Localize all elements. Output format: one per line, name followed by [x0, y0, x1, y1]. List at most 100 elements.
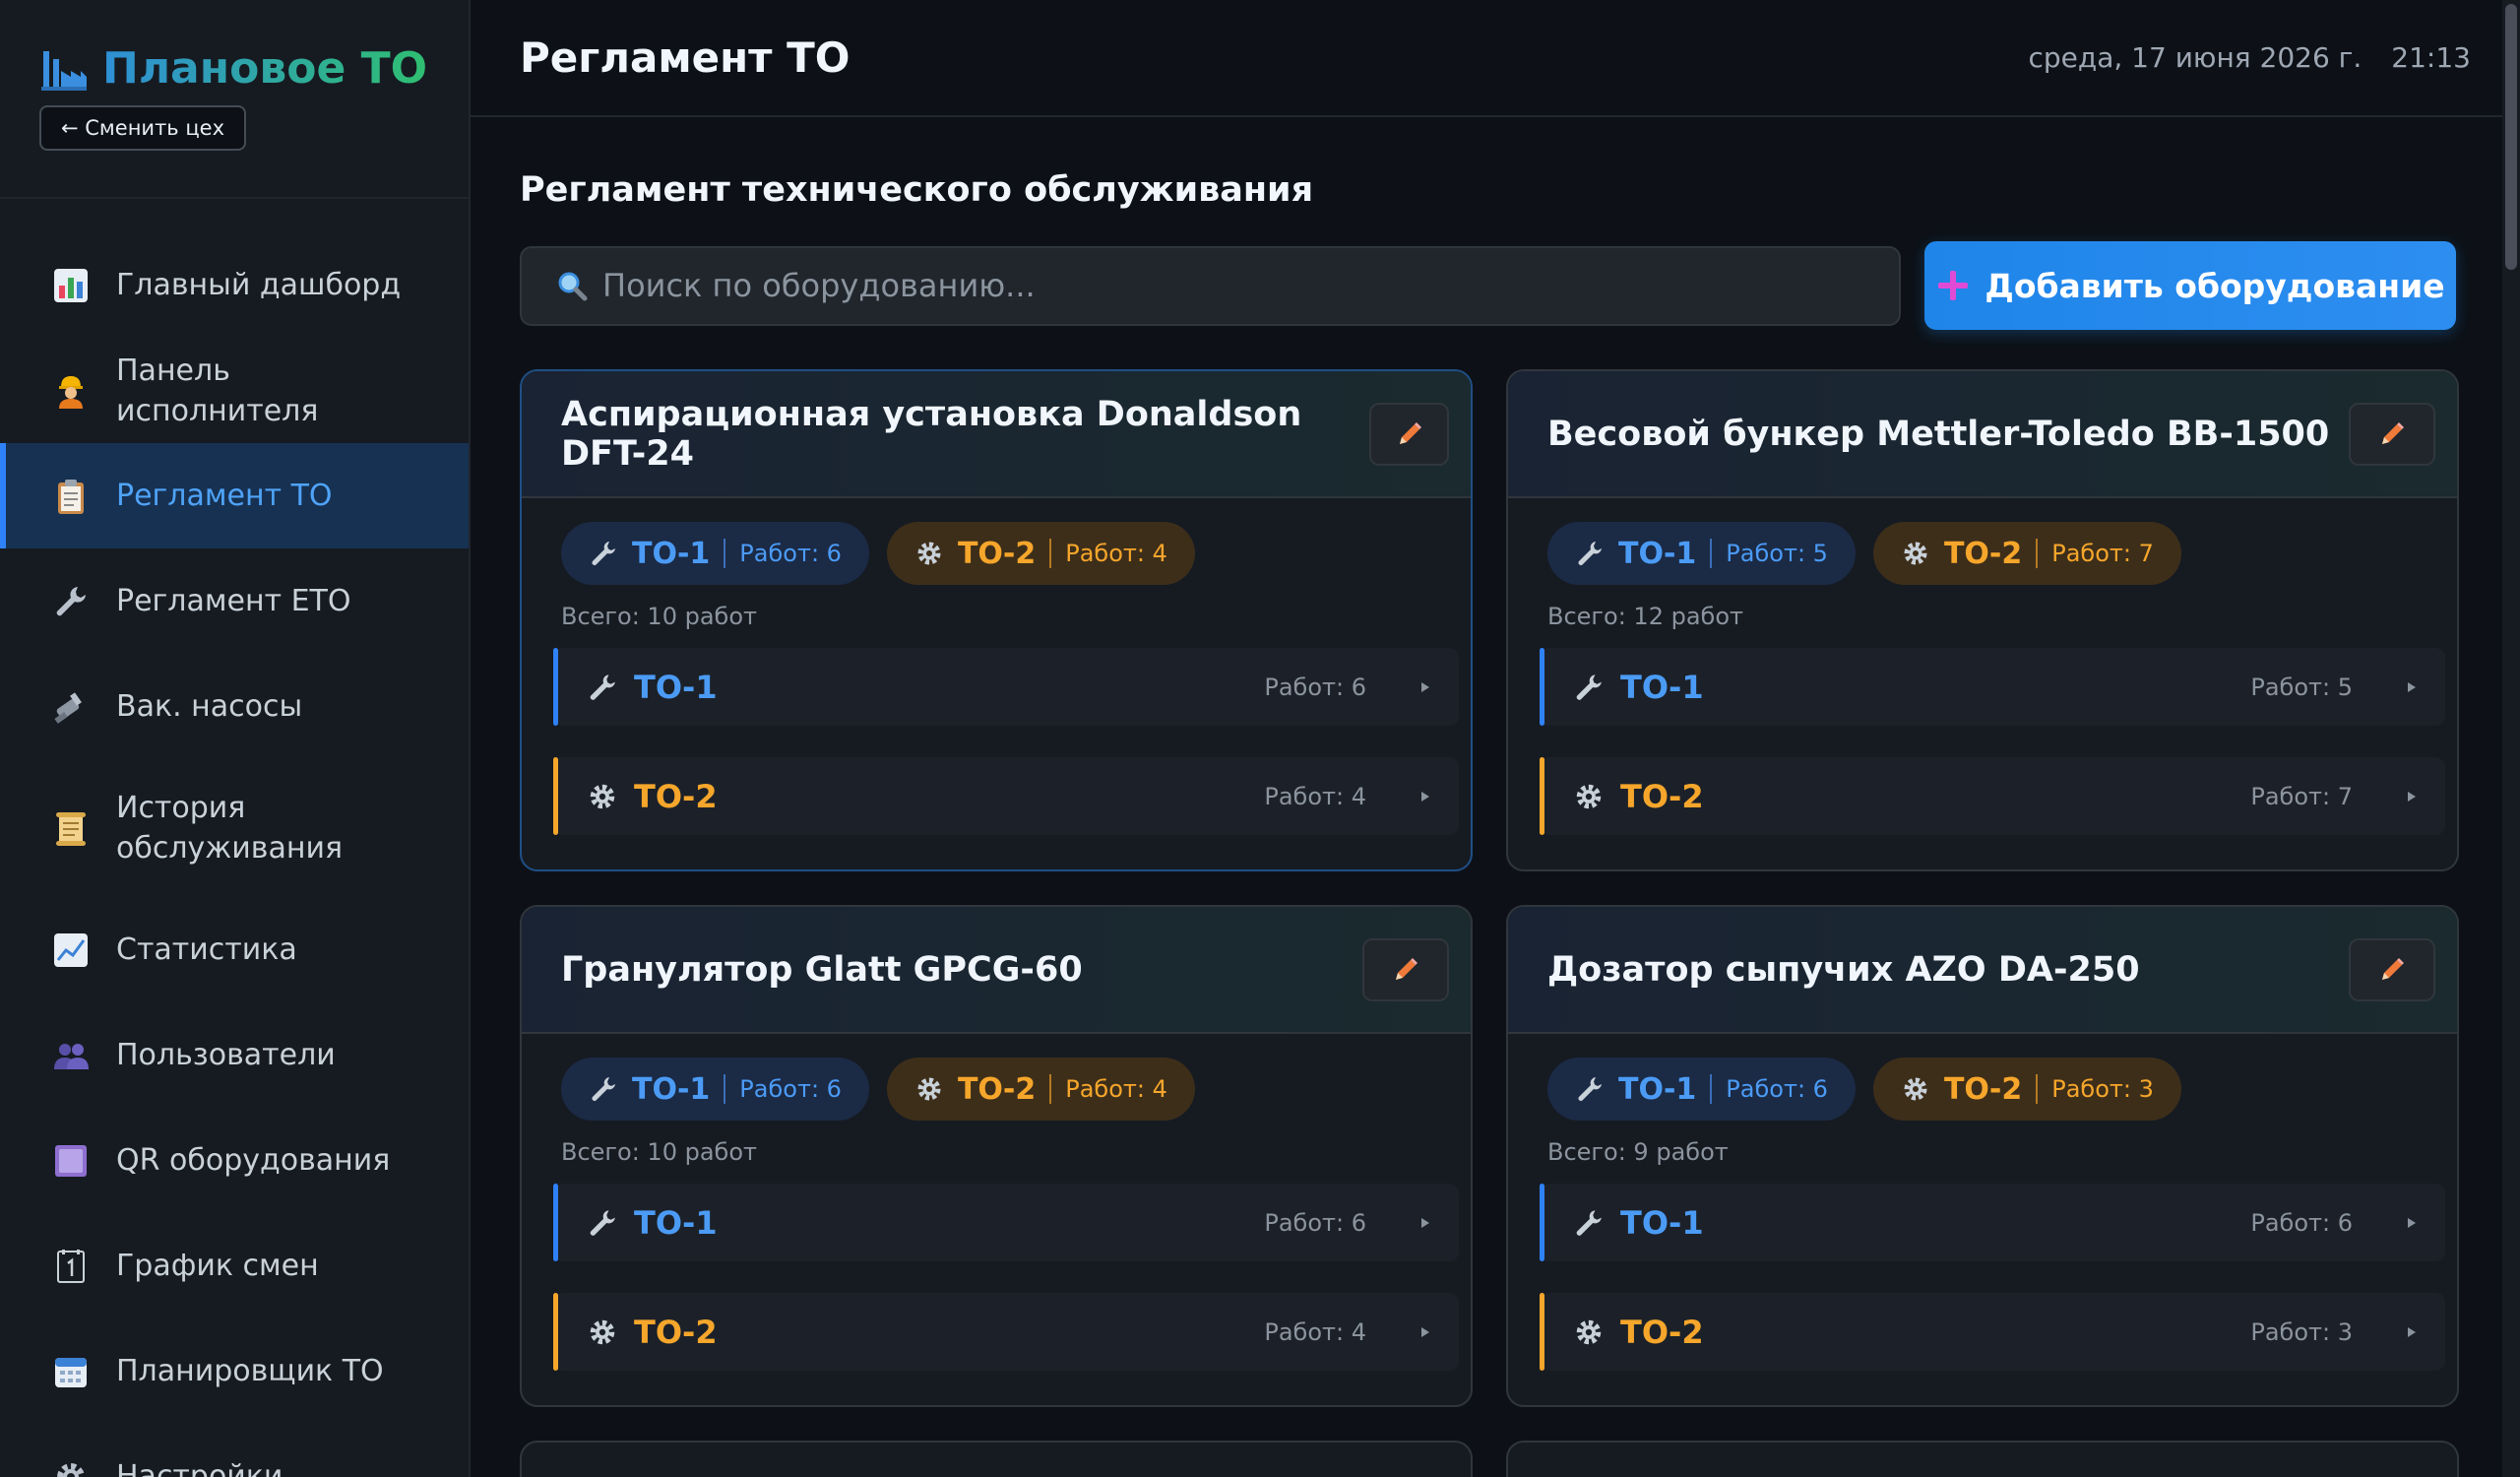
add-equipment-button[interactable]: Добавить оборудование	[1924, 241, 2456, 330]
expand-arrow-icon	[1421, 1326, 1429, 1337]
row-count: Работ: 3	[2250, 1317, 2353, 1346]
change-workshop-button[interactable]: ← Сменить цех	[39, 105, 247, 151]
to1-pill[interactable]: ТО-1 Работ: 5	[1547, 522, 1856, 585]
wrench-icon	[1578, 542, 1602, 565]
wrench-icon	[592, 542, 615, 565]
gear-icon	[1904, 542, 1927, 565]
gear-icon	[917, 542, 941, 565]
card-header: Весовой бункер Mettler-Toledo BB-1500	[1508, 371, 2457, 498]
pill-count: Работ: 4	[1065, 540, 1167, 567]
gear-icon	[917, 1077, 941, 1101]
search-row: Добавить оборудование	[520, 241, 2520, 330]
to1-pill[interactable]: ТО-1 Работ: 6	[561, 1058, 869, 1121]
scroll-icon	[51, 808, 91, 848]
scrollbar-thumb[interactable]	[2505, 4, 2517, 270]
edit-button[interactable]	[2349, 402, 2435, 466]
sidebar-item-qr[interactable]: QR оборудования	[0, 1108, 469, 1213]
equipment-card: Весовой бункер Mettler-Toledo BB-1500 ТО…	[1506, 369, 2459, 871]
edit-button[interactable]	[1369, 402, 1449, 466]
sidebar-item-executor-panel[interactable]: Панель исполнителя	[0, 338, 469, 443]
gear-icon	[590, 784, 615, 808]
pill-label: ТО-1	[632, 536, 711, 571]
to1-row[interactable]: ТО-1 Работ: 6	[553, 1184, 1459, 1261]
pill-divider	[1049, 1074, 1052, 1104]
calendar-one-icon	[51, 1247, 91, 1286]
brand-title: Плановое ТО	[102, 43, 428, 94]
edit-button[interactable]	[1362, 937, 1449, 1001]
card-header: Дозатор сыпучих AZO DA-250	[1508, 907, 2457, 1034]
pencil-icon	[2382, 421, 2404, 444]
users-icon	[51, 1036, 91, 1075]
maintenance-rows: ТО-1 Работ: 5 ТО-2 Работ: 7	[1540, 648, 2445, 835]
row-label: ТО-1	[634, 1203, 718, 1242]
sidebar-item-dashboard[interactable]: Главный дашборд	[0, 232, 469, 338]
sidebar-item-label: Вак. насосы	[116, 689, 303, 724]
to1-row[interactable]: ТО-1 Работ: 6	[553, 648, 1459, 726]
to2-pill[interactable]: ТО-2 Работ: 4	[886, 1058, 1195, 1121]
sidebar-item-planner[interactable]: Планировщик ТО	[0, 1318, 469, 1424]
search-input[interactable]	[602, 267, 1865, 304]
scrollbar[interactable]	[2502, 0, 2520, 1477]
card-body: ТО-1 Работ: 5 ТО-2 Работ: 7 Всего: 12 ра…	[1508, 498, 2457, 835]
pencil-icon	[1396, 957, 1418, 980]
worker-icon	[51, 371, 91, 411]
to2-row[interactable]: ТО-2 Работ: 7	[1540, 757, 2445, 835]
current-date: среда, 17 июня 2026 г.	[2028, 41, 2362, 74]
wrench-icon	[1576, 674, 1602, 700]
expand-arrow-icon	[1421, 1217, 1429, 1228]
to2-row[interactable]: ТО-2 Работ: 4	[553, 757, 1459, 835]
sidebar-item-settings[interactable]: Настройки	[0, 1424, 469, 1477]
pill-count: Работ: 5	[1726, 540, 1828, 567]
row-label: ТО-1	[1620, 668, 1704, 706]
sidebar-item-shift-schedule[interactable]: График смен	[0, 1213, 469, 1318]
summary-pills: ТО-1 Работ: 6 ТО-2 Работ: 4	[553, 522, 1459, 585]
pill-count: Работ: 4	[1065, 1075, 1167, 1103]
wrench-icon	[590, 674, 615, 700]
to2-pill[interactable]: ТО-2 Работ: 4	[886, 522, 1195, 585]
equipment-card: Аспирационная установка Donaldson DFT-24…	[520, 369, 1473, 871]
card-body: ТО-1 Работ: 6 ТО-2 Работ: 4 Всего: 10 ра…	[522, 1034, 1471, 1371]
sidebar-item-vac-pumps[interactable]: Вак. насосы	[0, 654, 469, 759]
sidebar-item-to-regulation[interactable]: Регламент ТО	[0, 443, 469, 548]
to2-pill[interactable]: ТО-2 Работ: 3	[1872, 1058, 2181, 1121]
sidebar-item-label: Регламент ЕТО	[116, 584, 351, 618]
card-header: Аспирационная установка Donaldson DFT-24	[522, 371, 1471, 498]
pill-label: ТО-2	[1943, 1071, 2023, 1107]
plus-icon	[1938, 271, 1969, 300]
maintenance-rows: ТО-1 Работ: 6 ТО-2 Работ: 4	[553, 648, 1459, 835]
card-header: Гранулятор Glatt GPCG-60	[522, 907, 1471, 1034]
equipment-title: Аспирационная установка Donaldson DFT-24	[561, 394, 1302, 474]
sidebar-item-label: Статистика	[116, 932, 297, 967]
gear-icon	[1576, 1319, 1602, 1344]
to1-row[interactable]: ТО-1 Работ: 5	[1540, 648, 2445, 726]
edit-button[interactable]	[2349, 937, 2435, 1001]
sidebar-item-history[interactable]: История обслуживания	[0, 759, 469, 897]
pill-count: Работ: 6	[739, 1075, 842, 1103]
sidebar-item-statistics[interactable]: Статистика	[0, 897, 469, 1002]
gear-icon	[1576, 784, 1602, 808]
sidebar-item-users[interactable]: Пользователи	[0, 1002, 469, 1108]
maintenance-rows: ТО-1 Работ: 6 ТО-2 Работ: 4	[553, 1184, 1459, 1371]
equipment-card: Дозатор сыпучих AZO DA-250 ТО-1 Работ: 6	[1506, 905, 2459, 1407]
pill-label: ТО-2	[1943, 536, 2023, 571]
to2-row[interactable]: ТО-2 Работ: 3	[1540, 1293, 2445, 1371]
row-label: ТО-2	[634, 1313, 718, 1351]
expand-arrow-icon	[2408, 1326, 2416, 1337]
pill-divider	[2036, 1074, 2039, 1104]
expand-arrow-icon	[1421, 791, 1429, 802]
pump-icon	[51, 687, 91, 727]
wrench-icon	[592, 1077, 615, 1101]
to1-row[interactable]: ТО-1 Работ: 6	[1540, 1184, 2445, 1261]
row-count: Работ: 6	[2250, 1208, 2353, 1237]
sidebar-item-label: Главный дашборд	[116, 268, 402, 302]
row-label: ТО-2	[1620, 1313, 1704, 1351]
sidebar-item-eto-regulation[interactable]: Регламент ЕТО	[0, 548, 469, 654]
to1-pill[interactable]: ТО-1 Работ: 6	[561, 522, 869, 585]
to1-pill[interactable]: ТО-1 Работ: 6	[1547, 1058, 1856, 1121]
equipment-title: Весовой бункер Mettler-Toledo BB-1500	[1547, 414, 2330, 454]
to2-pill[interactable]: ТО-2 Работ: 7	[1872, 522, 2181, 585]
chart-bar-icon	[51, 266, 91, 305]
factory-icon	[41, 50, 87, 91]
to2-row[interactable]: ТО-2 Работ: 4	[553, 1293, 1459, 1371]
row-count: Работ: 7	[2250, 782, 2353, 810]
